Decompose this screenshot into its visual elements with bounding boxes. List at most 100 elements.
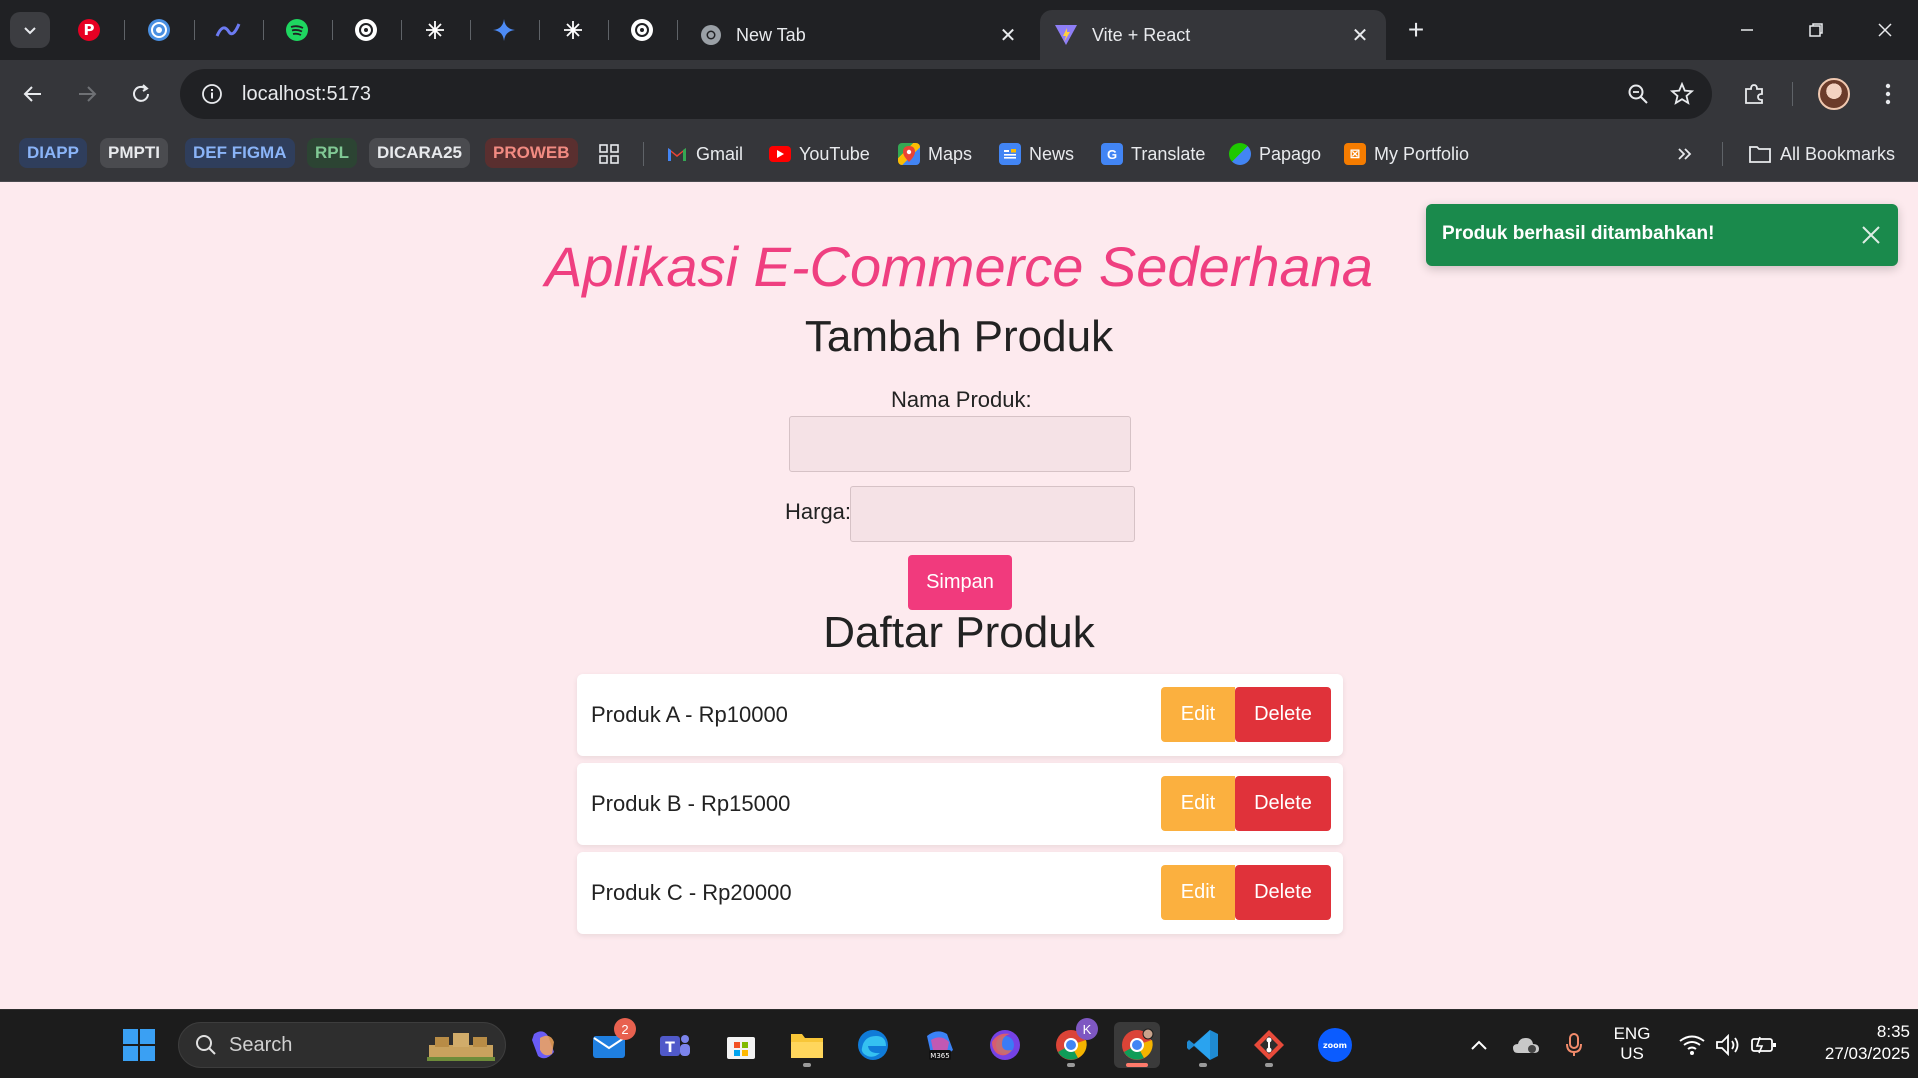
svg-text:T: T	[665, 1040, 675, 1056]
taskbar-file-explorer[interactable]	[784, 1022, 830, 1068]
taskbar-search[interactable]: Search	[178, 1022, 506, 1068]
address-bar[interactable]: localhost:5173	[180, 69, 1712, 119]
product-name-input[interactable]	[789, 416, 1131, 472]
bookmark-translate[interactable]: G Translate	[1101, 140, 1205, 168]
language-indicator[interactable]: ENG US	[1600, 1024, 1664, 1064]
cloud-icon	[1513, 1038, 1539, 1053]
taskbar-git-tool[interactable]	[1246, 1022, 1292, 1068]
delete-button[interactable]: Delete	[1235, 687, 1331, 742]
edit-button[interactable]: Edit	[1161, 687, 1235, 742]
chatgpt-icon	[355, 19, 377, 41]
bookmarks-overflow-button[interactable]	[1676, 140, 1694, 168]
bookmark-my-portfolio[interactable]: ⊠ My Portfolio	[1344, 140, 1469, 168]
taskbar-zoom[interactable]: zoom	[1312, 1022, 1358, 1068]
running-indicator	[1067, 1063, 1075, 1067]
chevron-up-icon	[1471, 1040, 1487, 1050]
pinned-tab-claude-2[interactable]	[557, 14, 589, 46]
svg-text:M365: M365	[930, 1052, 949, 1060]
url-text[interactable]: localhost:5173	[242, 83, 1616, 106]
quick-settings-button[interactable]	[1668, 1022, 1788, 1068]
tab-close-button[interactable]: ✕	[996, 23, 1020, 47]
taskbar-copilot[interactable]	[520, 1022, 566, 1068]
taskbar-firefox[interactable]	[982, 1022, 1028, 1068]
taskbar-store[interactable]	[718, 1022, 764, 1068]
bookmark-group-pmpti[interactable]: PMPTI	[100, 138, 168, 168]
product-card: Produk A - Rp10000 Edit Delete	[577, 674, 1343, 756]
bookmark-group-proweb[interactable]: PROWEB	[485, 138, 578, 168]
minimize-button[interactable]	[1724, 10, 1770, 50]
back-button[interactable]	[15, 76, 51, 112]
toast-close-button[interactable]	[1854, 218, 1888, 252]
form-title: Tambah Produk	[804, 312, 1114, 361]
bookmark-star-button[interactable]	[1660, 72, 1704, 116]
taskbar-chrome-active[interactable]	[1114, 1022, 1160, 1068]
bookmark-group-def-figma[interactable]: DEF FIGMA	[185, 138, 295, 168]
tab-divider	[263, 20, 264, 40]
wifi-icon	[1679, 1035, 1705, 1055]
zoom-icon	[1628, 84, 1648, 104]
site-info-button[interactable]	[194, 76, 230, 112]
apps-button[interactable]	[598, 140, 620, 168]
pinned-tab-target[interactable]	[143, 14, 175, 46]
delete-button[interactable]: Delete	[1235, 776, 1331, 831]
running-indicator	[1199, 1063, 1207, 1067]
taskbar-chrome-profile[interactable]: K	[1048, 1018, 1098, 1068]
git-tool-icon	[1254, 1030, 1284, 1060]
edit-button[interactable]: Edit	[1161, 776, 1235, 831]
show-hidden-icons-button[interactable]	[1457, 1022, 1501, 1068]
new-tab-button[interactable]: +	[1400, 14, 1432, 46]
pinned-tab-spotify[interactable]	[281, 14, 313, 46]
extensions-button[interactable]	[1734, 74, 1774, 114]
apps-grid-icon	[599, 144, 619, 164]
tab-divider	[470, 20, 471, 40]
pinned-tab-claude[interactable]	[419, 14, 451, 46]
edit-button[interactable]: Edit	[1161, 865, 1235, 920]
bookmark-gmail[interactable]: Gmail	[666, 140, 743, 168]
save-button[interactable]: Simpan	[908, 555, 1012, 610]
bookmark-label: Maps	[928, 143, 973, 164]
pinned-tab-pen[interactable]	[212, 14, 244, 46]
clock[interactable]: 8:35 27/03/2025	[1790, 1022, 1910, 1064]
onedrive-button[interactable]	[1504, 1022, 1548, 1068]
pinned-tab-pinterest[interactable]: P	[73, 14, 105, 46]
active-indicator	[1126, 1063, 1148, 1067]
forward-button[interactable]	[69, 76, 105, 112]
taskbar-mail[interactable]: 2	[586, 1018, 636, 1068]
bookmark-group-rpl[interactable]: RPL	[307, 138, 357, 168]
taskbar-edge[interactable]	[850, 1022, 896, 1068]
tab-search-button[interactable]	[10, 12, 50, 48]
bookmark-maps[interactable]: Maps	[898, 140, 972, 168]
chevron-down-icon	[24, 27, 36, 35]
bookmark-news[interactable]: News	[999, 140, 1074, 168]
taskbar-teams[interactable]: T	[652, 1022, 698, 1068]
tab-divider	[539, 20, 540, 40]
browser-menu-button[interactable]	[1870, 74, 1906, 114]
bookmark-group-dicara25[interactable]: DICARA25	[369, 138, 471, 168]
chevron-double-right-icon	[1678, 148, 1692, 160]
all-bookmarks-button[interactable]: All Bookmarks	[1748, 140, 1895, 168]
zoom-button[interactable]	[1616, 72, 1660, 116]
reload-button[interactable]	[123, 76, 159, 112]
profile-button[interactable]	[1814, 74, 1854, 114]
taskbar-m365[interactable]: M365	[916, 1022, 962, 1068]
microphone-button[interactable]	[1552, 1022, 1596, 1068]
maps-icon	[898, 143, 920, 165]
start-button[interactable]	[116, 1022, 162, 1068]
close-window-button[interactable]	[1862, 10, 1908, 50]
taskbar-vscode[interactable]	[1180, 1022, 1226, 1068]
tab-vite-react[interactable]: Vite + React ✕	[1040, 10, 1386, 60]
bookmark-group-diapp[interactable]: DIAPP	[19, 138, 87, 168]
bookmark-papago[interactable]: Papago	[1229, 140, 1321, 168]
bookmark-youtube[interactable]: YouTube	[769, 140, 870, 168]
tab-close-button[interactable]: ✕	[1348, 23, 1372, 47]
arrow-right-icon	[79, 86, 97, 102]
pinned-tab-chatgpt-2[interactable]	[626, 14, 658, 46]
restore-button[interactable]	[1793, 10, 1839, 50]
tab-title: Vite + React	[1092, 24, 1191, 45]
youtube-icon	[769, 146, 791, 162]
price-input[interactable]	[850, 486, 1135, 542]
pinned-tab-gemini[interactable]	[488, 14, 520, 46]
delete-button[interactable]: Delete	[1235, 865, 1331, 920]
pinned-tab-chatgpt[interactable]	[350, 14, 382, 46]
tab-new-tab[interactable]: New Tab ✕	[686, 10, 1034, 60]
